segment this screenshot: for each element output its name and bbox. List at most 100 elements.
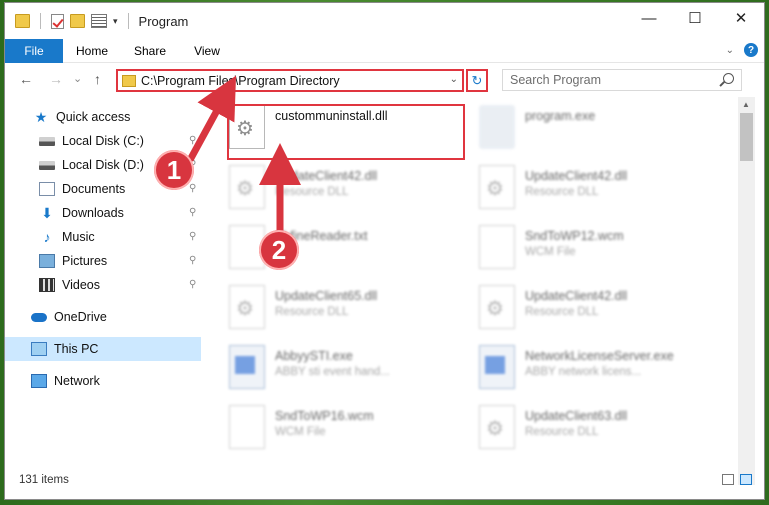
sidebar-item-music[interactable]: ♪ Music ⚲ <box>5 225 201 249</box>
callout-badge-2: 2 <box>259 230 299 270</box>
details-view-icon[interactable] <box>722 474 734 485</box>
scroll-up-icon[interactable]: ▲ <box>742 100 750 109</box>
properties-icon[interactable] <box>91 14 107 28</box>
large-icons-view-icon[interactable] <box>740 474 752 485</box>
address-dropdown-chevron-icon[interactable]: ⌄ <box>450 74 458 85</box>
sidebar-item-label: Quick access <box>56 110 131 124</box>
back-arrow-icon[interactable]: ← <box>19 71 33 87</box>
file-item[interactable]: UpdateClient65.dll Resource DLL <box>229 285 469 343</box>
window-title: Program <box>138 13 189 29</box>
window-controls: — ☐ ✕ <box>626 3 764 33</box>
cloud-icon <box>31 312 47 322</box>
tab-view[interactable]: View <box>179 39 235 63</box>
sidebar-item-downloads[interactable]: ⬇ Downloads ⚲ <box>5 201 201 225</box>
file-item[interactable]: SndToWP12.wcm WCM File <box>479 225 719 283</box>
pin-icon: ⚲ <box>189 183 197 194</box>
expand-ribbon-chevron-icon[interactable]: ⌄ <box>726 45 734 56</box>
pin-icon: ⚲ <box>189 135 197 146</box>
minimize-button[interactable]: — <box>626 3 672 33</box>
file-item[interactable]: UpdateClient63.dll Resource DLL <box>479 405 719 461</box>
dll-file-icon <box>479 165 515 209</box>
scrollbar-thumb[interactable] <box>740 113 753 161</box>
download-icon: ⬇ <box>41 205 53 221</box>
file-description: Resource DLL <box>525 306 599 318</box>
new-folder-icon[interactable] <box>70 14 85 28</box>
dll-file-icon <box>229 285 265 329</box>
dll-file-icon <box>229 165 265 209</box>
file-explorer-window: ▾ Program — ☐ ✕ File Home Share View ⌄ ?… <box>4 2 765 500</box>
folder-icon <box>15 14 30 28</box>
file-item[interactable]: UpdateClient42.dll Resource DLL <box>479 165 719 223</box>
file-item[interactable]: UpdateClient42.dll Resource DLL <box>229 165 469 223</box>
program-file-icon <box>479 105 515 149</box>
file-item-program-exe[interactable]: program.exe <box>479 105 719 163</box>
navigation-bar: ← → ⌄ ↑ C:\Program Files\Program Directo… <box>5 63 764 97</box>
sidebar-item-onedrive[interactable]: OneDrive <box>5 305 201 329</box>
file-item[interactable]: AbbyySTI.exe ABBY sti event hand... <box>229 345 469 403</box>
sidebar-item-quick-access[interactable]: ★ Quick access <box>5 105 201 129</box>
wcm-file-icon <box>229 405 265 449</box>
help-icon[interactable]: ? <box>744 43 758 57</box>
sidebar-item-label: Documents <box>62 182 126 196</box>
drive-icon <box>39 160 55 170</box>
refresh-button[interactable]: ↻ <box>466 69 488 92</box>
toolbar-divider <box>40 13 41 29</box>
tab-file[interactable]: File <box>5 39 63 63</box>
sidebar-item-label: This PC <box>54 342 99 356</box>
music-icon: ♪ <box>43 229 51 245</box>
file-item[interactable]: UpdateClient42.dll Resource DLL <box>479 285 719 343</box>
file-item[interactable]: NetworkLicenseServer.exe ABBY network lic… <box>479 345 719 403</box>
documents-icon <box>39 182 55 196</box>
file-name: UpdateClient63.dll <box>525 409 628 423</box>
pictures-icon <box>39 254 55 268</box>
customize-toolbar-caret-icon[interactable]: ▾ <box>113 16 118 27</box>
sidebar-item-label: Local Disk (C:) <box>62 134 144 148</box>
file-item[interactable]: SndToWP16.wcm WCM File <box>229 405 469 461</box>
dll-file-icon <box>479 285 515 329</box>
sidebar-item-label: Videos <box>62 278 100 292</box>
status-bar: 131 items <box>5 469 764 491</box>
file-description: WCM File <box>525 246 576 258</box>
recent-locations-chevron-icon[interactable]: ⌄ <box>73 72 82 85</box>
file-description: Resource DLL <box>275 306 349 318</box>
forward-arrow-icon[interactable]: → <box>49 71 63 87</box>
file-name: UpdateClient42.dll <box>275 169 378 183</box>
pin-icon: ⚲ <box>189 279 197 290</box>
sidebar-item-videos[interactable]: Videos ⚲ <box>5 273 201 297</box>
up-arrow-icon[interactable]: ↑ <box>94 71 101 87</box>
sidebar-item-label: Pictures <box>62 254 108 268</box>
drive-icon <box>39 136 55 146</box>
pin-icon: ⚲ <box>189 207 197 218</box>
search-icon <box>723 73 734 84</box>
sidebar-item-label: Music <box>62 230 95 244</box>
selected-file-highlight <box>227 104 465 160</box>
close-button[interactable]: ✕ <box>718 3 764 33</box>
star-icon: ★ <box>34 109 48 125</box>
vertical-scrollbar[interactable]: ▲ ▼ <box>738 97 755 485</box>
address-bar[interactable]: C:\Program Files\Program Directory ⌄ <box>116 69 464 92</box>
search-placeholder: Search Program <box>510 73 602 87</box>
search-input[interactable]: Search Program <box>502 69 742 91</box>
file-description: ABBY sti event hand... <box>275 366 390 378</box>
toolbar-divider <box>127 13 129 29</box>
title-bar: ▾ Program — ☐ ✕ <box>5 3 764 39</box>
file-description: Resource DLL <box>275 186 349 198</box>
sidebar-item-this-pc[interactable]: This PC <box>5 337 201 361</box>
maximize-button[interactable]: ☐ <box>672 3 718 33</box>
ribbon-tabs: File Home Share View ⌄ ? <box>5 39 764 63</box>
sidebar-item-network[interactable]: Network <box>5 369 201 393</box>
quick-access-toolbar: ▾ Program <box>15 13 188 29</box>
file-name: UpdateClient42.dll <box>525 169 628 183</box>
callout-badge-1: 1 <box>154 150 194 190</box>
tab-home[interactable]: Home <box>63 39 121 63</box>
file-name: NetworkLicenseServer.exe <box>525 349 674 363</box>
file-description: WCM File <box>275 426 326 438</box>
sidebar-item-label: OneDrive <box>54 310 107 324</box>
properties-check-icon[interactable] <box>51 13 64 29</box>
wcm-file-icon <box>479 225 515 269</box>
pin-icon: ⚲ <box>189 255 197 266</box>
file-description: ABBY network licens... <box>525 366 642 378</box>
sidebar-item-pictures[interactable]: Pictures ⚲ <box>5 249 201 273</box>
tab-share[interactable]: Share <box>121 39 179 63</box>
item-count: 131 items <box>19 474 69 486</box>
